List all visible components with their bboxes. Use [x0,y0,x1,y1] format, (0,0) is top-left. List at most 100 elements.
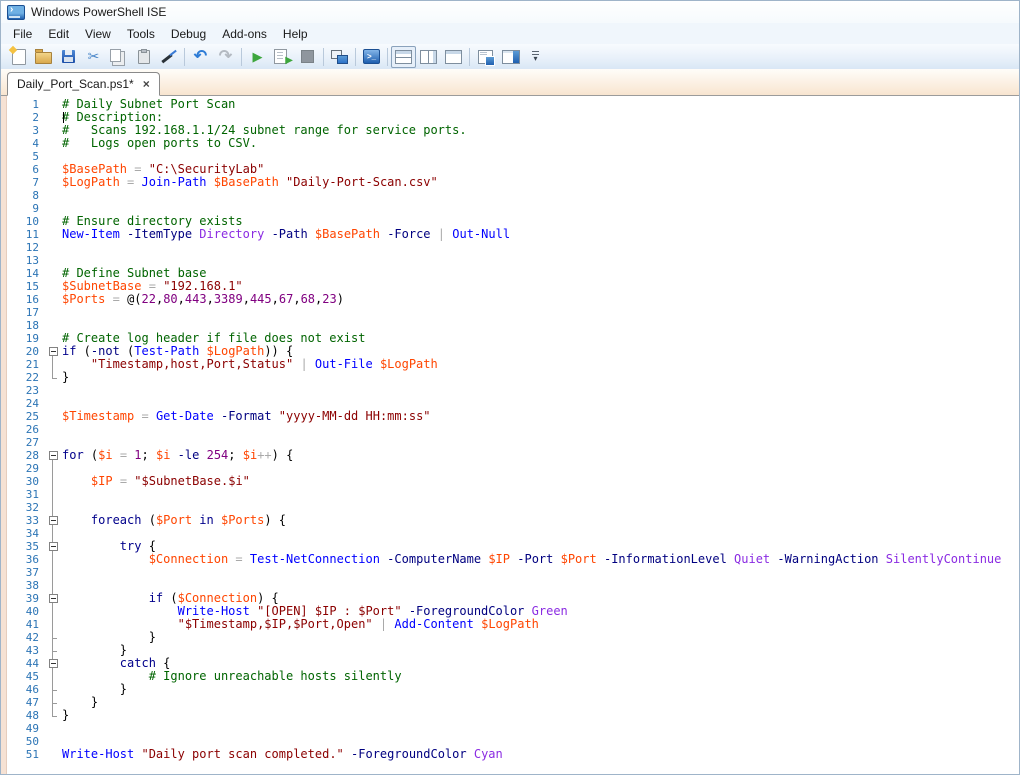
fold-column [47,124,60,137]
paste-button[interactable] [131,46,156,68]
text-caret [63,112,64,123]
fold-column [47,462,60,475]
show-command-window-button[interactable] [473,46,498,68]
powershell-ise-window: Windows PowerShell ISE FileEditViewTools… [0,0,1020,775]
close-icon[interactable]: × [143,79,150,89]
line-number: 32 [1,501,47,514]
run-selection-button[interactable] [270,46,295,68]
cut-button[interactable] [81,46,106,68]
fold-toggle[interactable] [49,347,58,356]
save-script-icon [62,50,75,63]
code-line: 46 } [1,683,1019,696]
code-line: 23 [1,384,1019,397]
toolbar-separator [184,48,185,66]
fold-column [47,345,60,358]
clear-console-button[interactable] [156,46,181,68]
start-powershell-button[interactable] [359,46,384,68]
show-script-pane-maximized-button[interactable] [441,46,466,68]
paste-icon [138,50,150,64]
fold-column [47,137,60,150]
line-number: 12 [1,241,47,254]
fold-toggle[interactable] [49,659,58,668]
show-script-pane-top-button[interactable] [391,46,416,68]
code-line: 51Write-Host "Daily port scan completed.… [1,748,1019,761]
menu-item-tools[interactable]: Tools [119,25,163,43]
menu-item-file[interactable]: File [5,25,40,43]
code-text: $Ports = @(22,80,443,3389,445,67,68,23) [60,293,344,306]
clear-console-icon [161,49,177,65]
fold-toggle[interactable] [49,594,58,603]
line-number: 31 [1,488,47,501]
run-script-button[interactable] [245,46,270,68]
fold-column [47,397,60,410]
fold-column [47,618,60,631]
fold-column [47,111,60,124]
code-text: } [60,371,69,384]
line-number: 39 [1,592,47,605]
cut-icon [88,48,100,66]
fold-toggle[interactable] [49,516,58,525]
window-title: Windows PowerShell ISE [31,5,166,19]
show-script-pane-right-button[interactable] [416,46,441,68]
new-remote-powershell-tab-button[interactable] [327,46,352,68]
code-line: 4# Logs open ports to CSV. [1,137,1019,150]
fold-toggle[interactable] [49,451,58,460]
fold-column [47,631,60,644]
fold-column [47,436,60,449]
undo-button[interactable] [188,46,213,68]
show-script-pane-maximized-icon [445,50,462,64]
line-number: 24 [1,397,47,410]
redo-button[interactable] [213,46,238,68]
stop-operation-button[interactable] [295,46,320,68]
menu-item-edit[interactable]: Edit [40,25,77,43]
code-line: 37 [1,566,1019,579]
line-number: 46 [1,683,47,696]
stop-operation-icon [301,50,314,63]
title-bar: Windows PowerShell ISE [1,1,1019,23]
fold-column [47,228,60,241]
new-script-button[interactable] [6,46,31,68]
open-script-button[interactable] [31,46,56,68]
line-number: 34 [1,527,47,540]
fold-column [47,267,60,280]
line-number: 45 [1,670,47,683]
menu-item-debug[interactable]: Debug [163,25,214,43]
save-script-button[interactable] [56,46,81,68]
line-number: 36 [1,553,47,566]
fold-column [47,735,60,748]
fold-toggle[interactable] [49,542,58,551]
fold-column [47,657,60,670]
fold-column [47,280,60,293]
fold-column [47,475,60,488]
code-text [60,241,62,254]
code-text: $IP = "$SubnetBase.$i" [60,475,250,488]
fold-column [47,644,60,657]
fold-column [47,215,60,228]
code-text: for ($i = 1; $i -le 254; $i++) { [60,449,293,462]
menu-item-view[interactable]: View [77,25,119,43]
line-number: 20 [1,345,47,358]
fold-column [47,306,60,319]
menu-bar: FileEditViewToolsDebugAdd-onsHelp [1,23,1019,44]
show-command-addon-button[interactable] [498,46,523,68]
fold-column [47,176,60,189]
line-number: 25 [1,410,47,423]
undo-icon [194,48,207,66]
tab-daily-port-scan[interactable]: Daily_Port_Scan.ps1* × [7,72,160,96]
line-number: 44 [1,657,47,670]
copy-button[interactable] [106,46,131,68]
fold-column [47,449,60,462]
code-line: 42 } [1,631,1019,644]
code-text: New-Item -ItemType Directory -Path $Base… [60,228,510,241]
menu-item-addons[interactable]: Add-ons [214,25,275,43]
script-editor[interactable]: 1# Daily Subnet Port Scan2# Description:… [1,96,1019,775]
line-number: 18 [1,319,47,332]
code-line: 36 $Connection = Test-NetConnection -Com… [1,553,1019,566]
menu-item-help[interactable]: Help [275,25,316,43]
fold-column [47,670,60,683]
code-text [60,722,62,735]
line-number: 43 [1,644,47,657]
code-line: 48} [1,709,1019,722]
overflow-button[interactable] [523,46,548,68]
fold-column [47,423,60,436]
